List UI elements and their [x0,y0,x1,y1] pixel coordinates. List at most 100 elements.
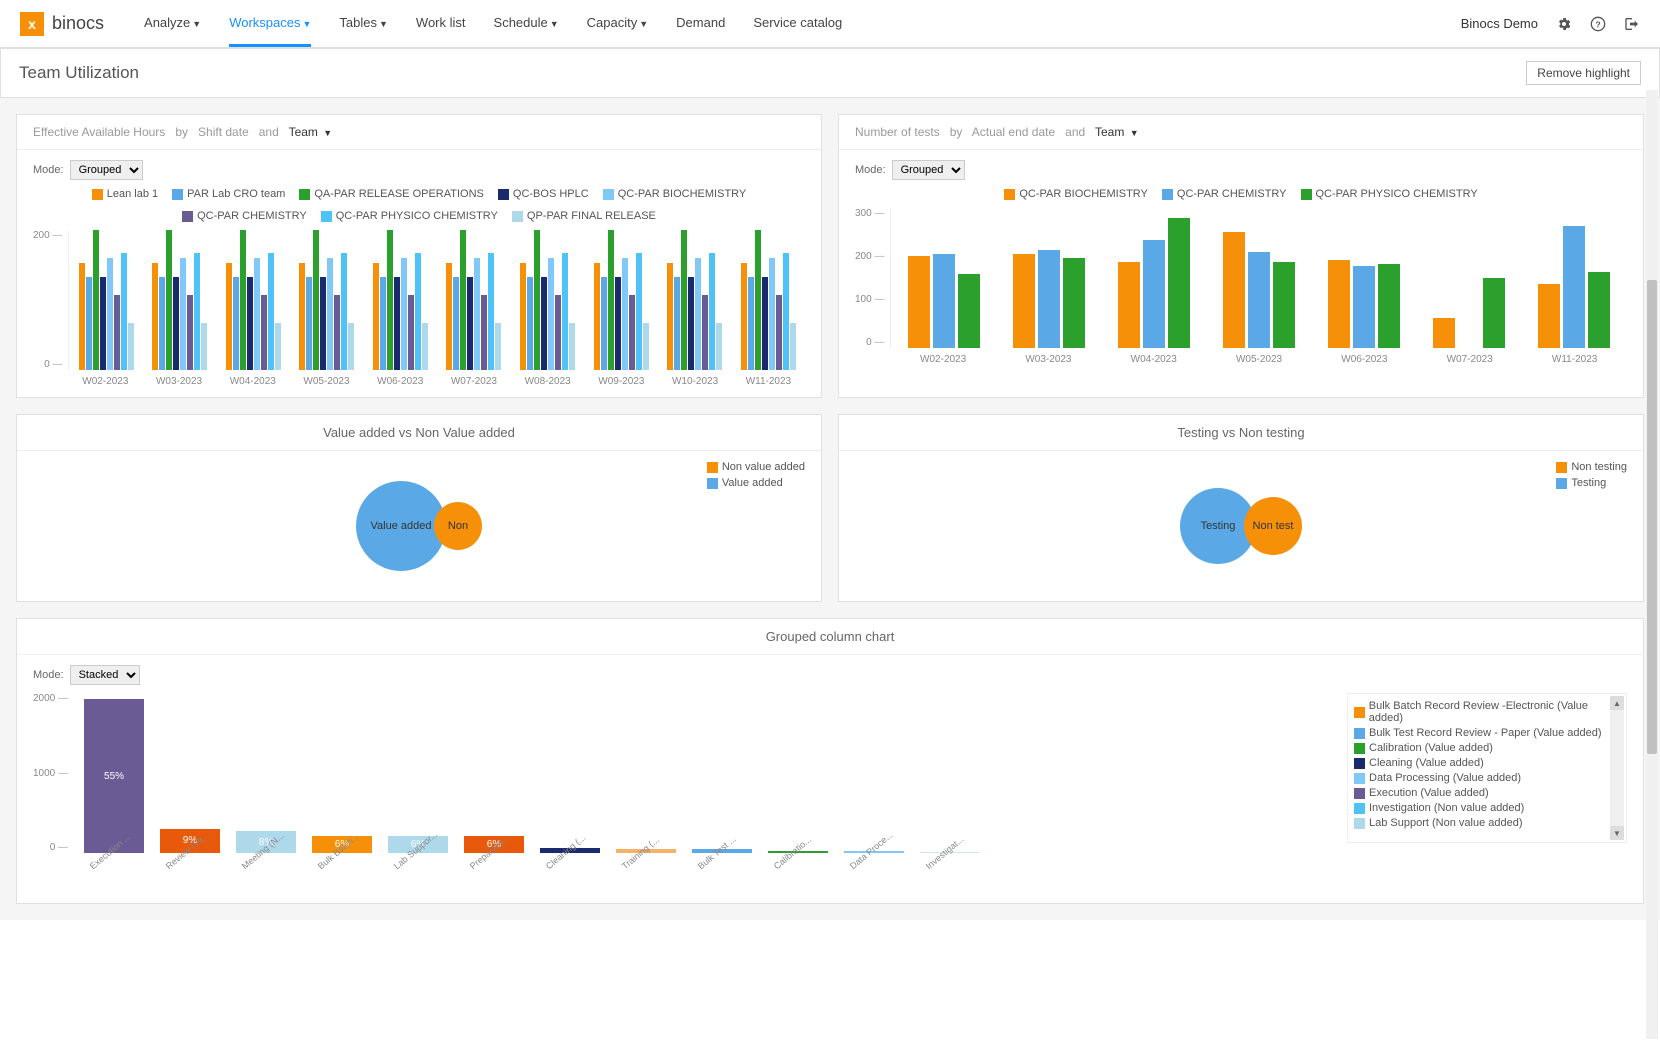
bar[interactable] [1563,226,1585,348]
bar[interactable] [474,258,480,370]
bar[interactable] [908,256,930,348]
bar[interactable] [636,253,642,370]
bar[interactable] [688,277,694,370]
bar[interactable] [387,230,393,370]
legend-item[interactable]: Calibration (Value added) [1354,742,1620,754]
bar-group[interactable] [373,230,428,370]
bar[interactable] [467,277,473,370]
mode-select[interactable]: Grouped [70,160,143,180]
bubble-non-testing[interactable]: Non test [1244,497,1302,555]
legend-item[interactable]: Cleaning (Value added) [1354,757,1620,769]
bar[interactable] [240,230,246,370]
bar[interactable] [341,253,347,370]
bar[interactable] [776,295,782,370]
mode-select[interactable]: Stacked [70,665,140,685]
legend-item[interactable]: Lean lab 1 [92,188,158,200]
bar-group[interactable] [741,230,796,370]
bar[interactable] [702,295,708,370]
bar[interactable] [446,263,452,370]
bar[interactable] [1063,258,1085,348]
nav-workspaces[interactable]: Workspaces▼ [229,1,311,47]
bar[interactable] [958,274,980,348]
bar-group[interactable] [299,230,354,370]
bar[interactable] [152,263,158,370]
bar[interactable] [100,277,106,370]
legend-item[interactable]: QC-PAR CHEMISTRY [182,210,307,222]
bar[interactable] [114,295,120,370]
bar[interactable] [562,253,568,370]
bar[interactable] [608,230,614,370]
bar[interactable] [460,230,466,370]
dim2-dropdown[interactable]: Team ▼ [1095,125,1139,139]
bubble-value-added[interactable]: Value added [356,481,446,571]
legend-item[interactable]: QC-PAR PHYSICO CHEMISTRY [1301,188,1478,200]
user-label[interactable]: Binocs Demo [1461,16,1538,31]
legend-item[interactable]: QA-PAR RELEASE OPERATIONS [299,188,484,200]
bar[interactable] [601,277,607,370]
legend-item[interactable]: Data Processing (Value added) [1354,772,1620,784]
bar[interactable] [1273,262,1295,348]
legend-item[interactable]: QC-PAR BIOCHEMISTRY [1004,188,1148,200]
legend-item[interactable]: Bulk Batch Record Review -Electronic (Va… [1354,700,1620,724]
bar-group[interactable] [226,230,281,370]
bar[interactable] [107,258,113,370]
bar[interactable] [313,230,319,370]
bar[interactable] [481,295,487,370]
nav-worklist[interactable]: Work list [416,1,466,47]
bar[interactable] [201,323,207,370]
bar[interactable] [548,258,554,370]
nav-demand[interactable]: Demand [676,1,725,47]
bar-group[interactable] [79,230,134,370]
bar[interactable] [1038,250,1060,348]
bar[interactable] [299,263,305,370]
help-icon[interactable]: ? [1590,16,1606,32]
nav-schedule[interactable]: Schedule▼ [494,1,559,47]
bar[interactable] [495,323,501,370]
bar[interactable] [488,253,494,370]
bar[interactable] [716,323,722,370]
remove-highlight-button[interactable]: Remove highlight [1526,61,1641,85]
bar-group[interactable] [1222,208,1296,348]
page-scrollbar[interactable] [1646,90,1658,1039]
bar[interactable] [187,295,193,370]
bar[interactable] [783,253,789,370]
bar[interactable] [1143,240,1165,348]
bubble-non-value[interactable]: Non [434,502,482,550]
bar[interactable] [527,277,533,370]
bar[interactable] [373,263,379,370]
bar[interactable] [128,323,134,370]
bar[interactable] [380,277,386,370]
bar[interactable] [1433,318,1455,348]
nav-analyze[interactable]: Analyze▼ [144,1,201,47]
bar[interactable] [348,323,354,370]
bar[interactable] [159,277,165,370]
bar[interactable] [320,277,326,370]
legend-item[interactable]: Bulk Test Record Review - Paper (Value a… [1354,727,1620,739]
bar-group[interactable] [1012,208,1086,348]
bar-group[interactable] [594,230,649,370]
testing-bubble-chart[interactable]: Testing Non test [855,461,1627,591]
bar[interactable] [755,230,761,370]
bar[interactable] [334,295,340,370]
bar[interactable] [268,253,274,370]
nav-capacity[interactable]: Capacity▼ [587,1,649,47]
bar[interactable] [79,263,85,370]
bar[interactable] [415,253,421,370]
bar-group[interactable] [1432,208,1506,348]
bar-group[interactable] [907,208,981,348]
bar[interactable] [569,323,575,370]
bar[interactable] [615,277,621,370]
bar[interactable] [541,277,547,370]
bar[interactable] [453,277,459,370]
bar[interactable] [408,295,414,370]
bar[interactable] [790,323,796,370]
bar[interactable] [1483,278,1505,348]
bar[interactable] [709,253,715,370]
bar[interactable] [86,277,92,370]
bar[interactable] [194,253,200,370]
bar[interactable] [534,230,540,370]
tests-plot[interactable] [890,208,1627,348]
nav-service-catalog[interactable]: Service catalog [753,1,842,47]
stacked-legend[interactable]: Bulk Batch Record Review -Electronic (Va… [1347,693,1627,843]
bar-group[interactable] [520,230,575,370]
